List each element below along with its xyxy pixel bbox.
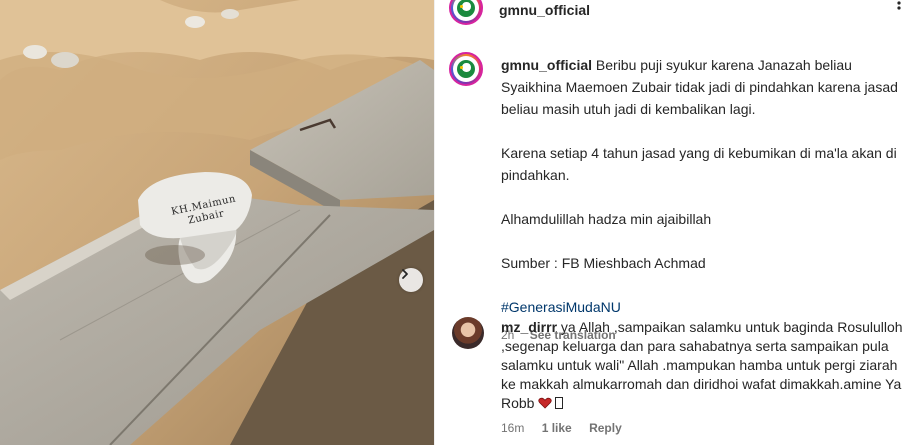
caption-text-4: Sumber : FB Mieshbach Achmad [501,255,706,271]
comment-username[interactable]: mz_dirrr [501,319,557,335]
gmnu-logo-icon [456,0,476,18]
comment-likes-button[interactable]: 1 like [542,421,572,435]
comment-body: mz_dirrr ya Allah ,sampaikan salamku unt… [501,318,905,413]
caption-text-3: Alhamdulillah hadza min ajaibillah [501,211,712,227]
comment-time: 16m [501,421,525,435]
caption-avatar[interactable] [449,52,483,86]
header-username[interactable]: gmnu_official [499,2,590,18]
caption-hashtag[interactable]: #GenerasiMudaNU [501,296,905,318]
more-icon[interactable] [891,0,907,21]
gmnu-logo-icon [456,59,476,79]
grave-photo-image [0,0,434,445]
comment-meta: 16m 1 like Reply [501,419,905,438]
heart-emoji-icon [538,397,553,409]
unknown-glyph-icon [555,397,564,409]
commenter-avatar[interactable] [452,317,484,349]
post-header: gmnu_official [435,0,908,25]
caption-username[interactable]: gmnu_official [501,57,592,73]
caption: gmnu_official Beribu puji syukur karena … [501,54,905,346]
chevron-right-icon [402,269,408,279]
next-photo-button[interactable] [399,268,423,292]
caption-paragraph-1: gmnu_official Beribu puji syukur karena … [501,54,905,120]
post-side-panel: gmnu_official gmnu_official Beribu puji … [434,0,908,445]
comment: mz_dirrr ya Allah ,sampaikan salamku unt… [501,318,905,438]
header-avatar[interactable] [449,0,483,25]
caption-text-2: Karena setiap 4 tahun jasad yang di kebu… [501,145,897,183]
post-photo[interactable]: KH.Maimun Zubair [0,0,434,445]
comment-reply-button[interactable]: Reply [589,421,622,435]
